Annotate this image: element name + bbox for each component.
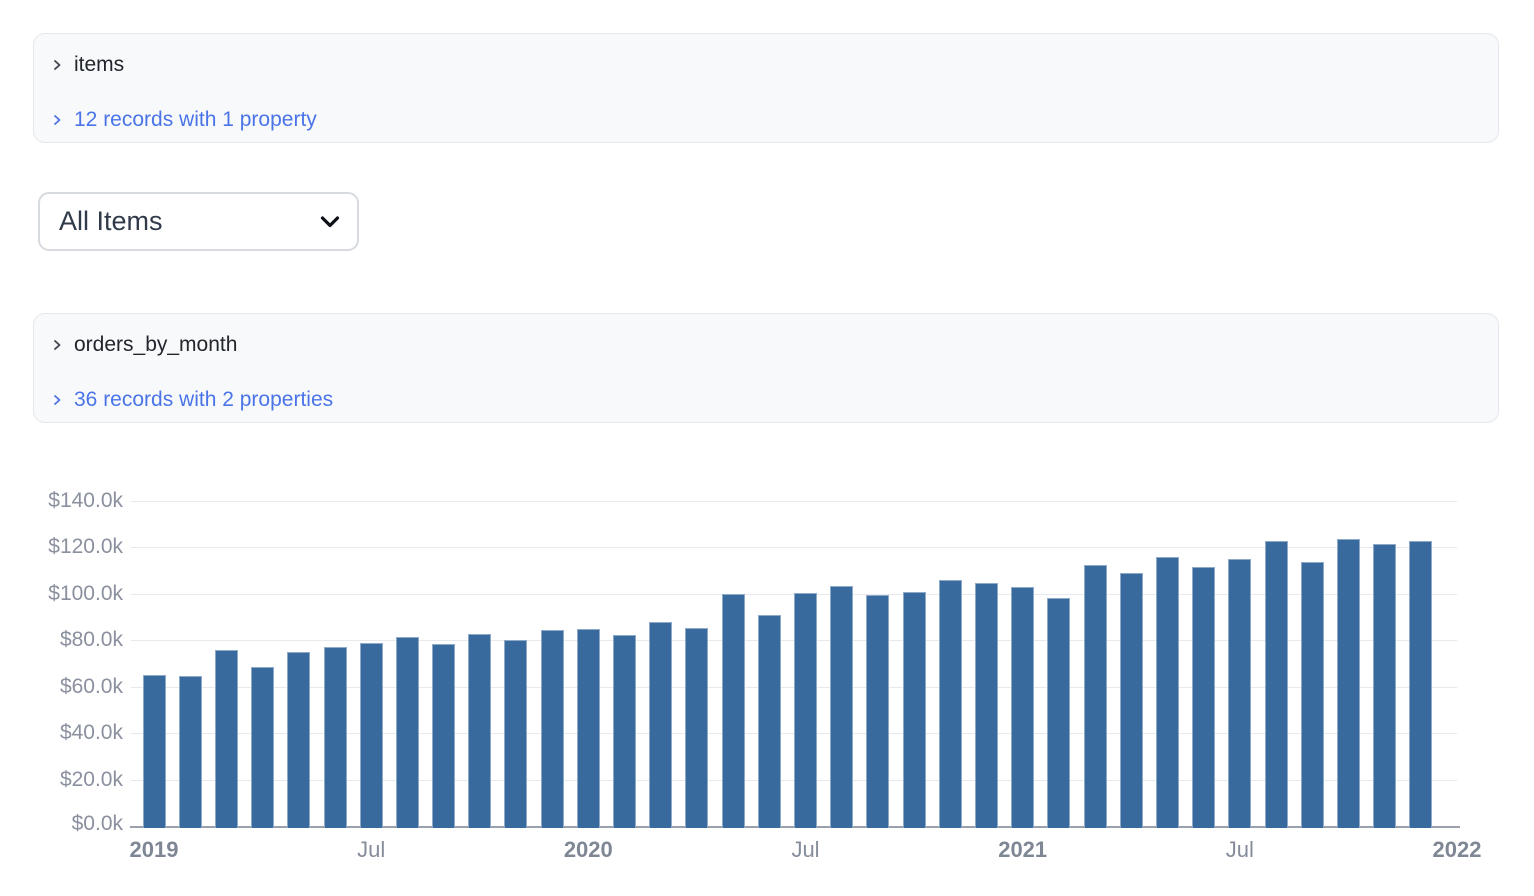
y-axis-tick-label: $0.0k	[71, 812, 123, 835]
y-axis-tick-label: $20.0k	[59, 767, 123, 791]
x-axis-tick-label: 2020	[563, 837, 613, 862]
chart-bar[interactable]	[251, 667, 275, 828]
chevron-right-icon	[54, 114, 61, 125]
chart-bar[interactable]	[142, 675, 166, 828]
chart-bar[interactable]	[975, 583, 998, 828]
chart-bar[interactable]	[1409, 541, 1433, 828]
chart-bar[interactable]	[1192, 567, 1216, 828]
chart-bar[interactable]	[1228, 559, 1252, 828]
chart-bar[interactable]	[866, 594, 890, 828]
chart-bar[interactable]	[1336, 539, 1360, 828]
chart-bar[interactable]	[757, 615, 781, 828]
item-filter-selected-value: All Items	[59, 206, 163, 236]
chevron-right-icon	[54, 59, 61, 70]
chart-bar[interactable]	[721, 594, 745, 828]
orders-records-link[interactable]: 36 records with 2 properties	[50, 386, 1482, 413]
orders-by-month-bar-chart: $0.0k $20.0k $40.0k $60.0k $80.0k $100.0k $120…	[0, 489, 1534, 890]
y-gridline	[131, 547, 1457, 549]
chart-bar[interactable]	[468, 633, 492, 828]
x-axis-tick-label: 2019	[129, 837, 179, 862]
chart-bar[interactable]	[649, 621, 673, 828]
chart-bar[interactable]	[1083, 565, 1107, 828]
chart-bar[interactable]	[359, 642, 383, 828]
items-records-link[interactable]: 12 records with 1 property	[50, 106, 1482, 133]
orders-by-month-panel: orders_by_month 36 records with 2 proper…	[33, 313, 1499, 423]
x-axis-tick-label: 2022	[1432, 837, 1482, 862]
chevron-right-icon	[54, 339, 61, 350]
chart-bar[interactable]	[504, 639, 528, 828]
chevron-right-icon	[54, 394, 61, 405]
x-axis-tick-label: Jul	[791, 837, 820, 862]
chart-bar[interactable]	[1011, 587, 1035, 828]
y-axis-tick-label: $60.0k	[59, 674, 123, 698]
chart-bar[interactable]	[938, 580, 962, 828]
chart-bar[interactable]	[395, 637, 419, 828]
chart-bar[interactable]	[830, 586, 854, 828]
chart-bar[interactable]	[540, 630, 564, 828]
orders-records-label: 36 records with 2 properties	[74, 387, 334, 411]
y-axis-tick-label: $140.0k	[48, 489, 123, 512]
items-panel: items 12 records with 1 property	[33, 33, 1499, 143]
chart-bar[interactable]	[1047, 598, 1071, 828]
chart-bar[interactable]	[685, 627, 709, 828]
items-records-label: 12 records with 1 property	[74, 107, 317, 131]
item-filter-dropdown[interactable]: All Items	[38, 192, 359, 251]
y-gridline	[131, 501, 1457, 502]
y-axis-tick-label: $40.0k	[59, 721, 123, 745]
chart-bar[interactable]	[178, 675, 202, 828]
chevron-down-icon	[320, 215, 340, 227]
chart-bar[interactable]	[214, 649, 238, 828]
y-axis-tick-label: $100.0k	[48, 581, 123, 605]
chart-bar[interactable]	[287, 652, 311, 828]
x-axis-tick-label: Jul	[357, 837, 386, 862]
x-axis-tick-label: 2021	[998, 837, 1048, 862]
y-axis-tick-label: $80.0k	[59, 628, 123, 652]
chart-bar[interactable]	[902, 592, 926, 828]
chart-bar[interactable]	[1373, 543, 1397, 828]
x-axis-tick-label: Jul	[1225, 837, 1254, 862]
items-panel-title: items	[74, 52, 125, 76]
chart-bar[interactable]	[613, 634, 636, 828]
chart-bar[interactable]	[432, 644, 456, 828]
chart-bar[interactable]	[576, 628, 600, 828]
y-axis-tick-label: $120.0k	[48, 535, 123, 559]
items-panel-toggle[interactable]: items	[50, 51, 1482, 78]
chart-bar[interactable]	[1300, 561, 1324, 828]
chart-bar[interactable]	[1155, 557, 1179, 828]
chart-bar[interactable]	[1264, 540, 1288, 828]
orders-panel-toggle[interactable]: orders_by_month	[50, 331, 1482, 358]
chart-bar[interactable]	[323, 647, 347, 828]
chart-bar[interactable]	[794, 592, 817, 828]
orders-panel-title: orders_by_month	[74, 332, 238, 356]
chart-bar[interactable]	[1119, 572, 1143, 828]
